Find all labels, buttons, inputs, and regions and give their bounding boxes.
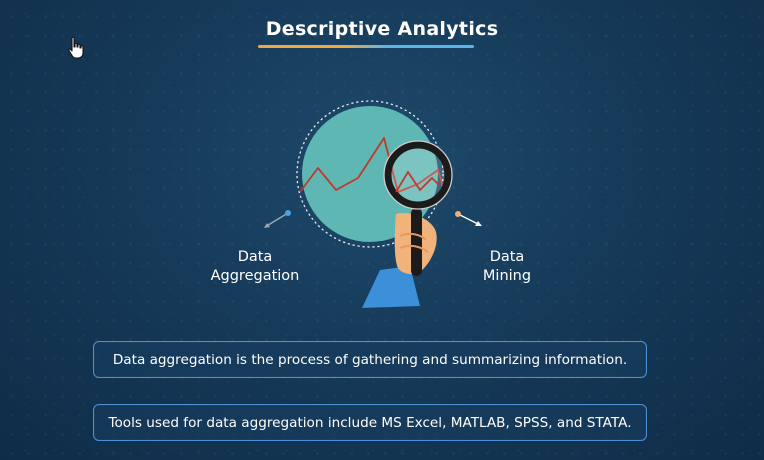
- magnifier-lens: [384, 141, 452, 209]
- arrow-to-mining-icon: [455, 211, 482, 226]
- label-line: Mining: [482, 268, 532, 284]
- label-data-aggregation: Data Aggregation: [200, 248, 310, 286]
- arrow-to-aggregation-icon: [264, 210, 291, 228]
- hand-pointer-icon: [68, 36, 84, 59]
- info-box-definition: Data aggregation is the process of gathe…: [93, 341, 647, 378]
- magnifier-handle: [411, 208, 422, 276]
- label-line: Data: [489, 249, 525, 265]
- label-line: Data: [237, 249, 273, 265]
- label-data-mining: Data Mining: [462, 248, 552, 286]
- info-text-definition: Data aggregation is the process of gathe…: [112, 351, 628, 368]
- label-line: Aggregation: [210, 268, 300, 284]
- info-text-tools: Tools used for data aggregation include …: [108, 414, 632, 431]
- slide-title: Descriptive Analytics: [265, 18, 499, 40]
- title-underline: [258, 45, 474, 48]
- info-box-tools: Tools used for data aggregation include …: [93, 404, 647, 441]
